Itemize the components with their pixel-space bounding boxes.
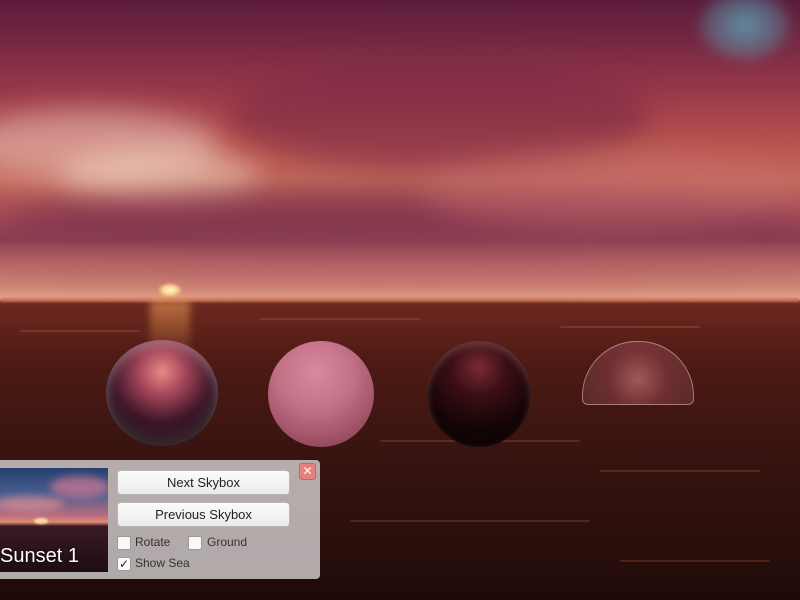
glossy-sphere [427,341,531,447]
show-sea-label: Show Sea [135,556,190,570]
wave [20,330,140,332]
cloud [0,240,800,285]
sun [34,518,48,524]
wave [560,326,700,328]
horizon [0,298,800,302]
close-icon[interactable]: ✕ [299,463,316,480]
wave [260,318,420,320]
wave [620,560,770,562]
next-skybox-button[interactable]: Next Skybox [117,470,290,495]
matte-sphere [268,341,374,447]
rotate-label: Rotate [135,535,171,549]
cloud [420,150,800,230]
previous-skybox-button[interactable]: Previous Skybox [117,502,290,527]
chrome-sphere [106,340,218,446]
wave [350,520,590,522]
sky-clear-patch [700,0,790,60]
sun [158,283,182,297]
wave [600,470,760,472]
cloud [0,496,64,512]
ground-checkbox[interactable] [188,536,202,550]
checkmark-icon: ✓ [118,557,130,571]
cloud [50,476,108,498]
rotate-checkbox[interactable] [117,536,131,550]
show-sea-checkbox[interactable]: ✓ [117,557,131,571]
ground-label: Ground [207,535,248,549]
skybox-name: Sunset 1 [0,545,79,567]
